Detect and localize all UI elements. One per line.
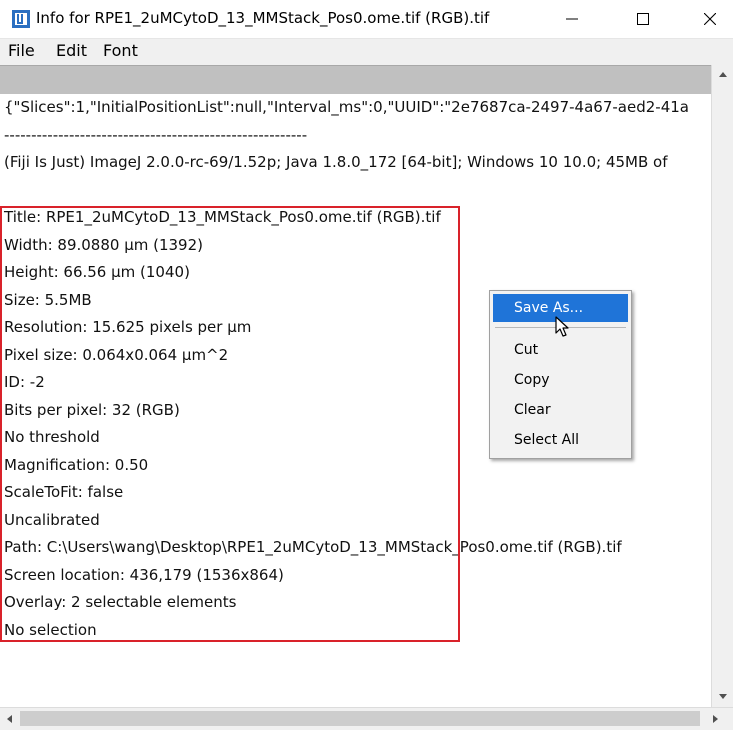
arrow-left-icon	[6, 715, 12, 723]
text-line: {"Slices":1,"InitialPositionList":null,"…	[4, 98, 689, 116]
close-button[interactable]	[687, 0, 733, 38]
text-window-header	[0, 65, 711, 95]
scroll-left-button[interactable]	[0, 708, 18, 730]
scroll-right-button[interactable]	[706, 708, 724, 730]
menu-item-label: Cut	[514, 342, 539, 358]
menu-item-label: Copy	[514, 372, 550, 388]
context-menu-clear[interactable]: Clear	[493, 396, 628, 424]
window-title: Info for RPE1_2uMCytoD_13_MMStack_Pos0.o…	[36, 9, 490, 27]
menu-font[interactable]: Font	[103, 41, 138, 60]
maximize-button[interactable]	[620, 0, 666, 38]
maximize-icon	[637, 13, 649, 25]
arrow-right-icon	[712, 715, 718, 723]
vertical-scrollbar[interactable]	[711, 65, 733, 707]
menu-bar: File Edit Font	[0, 38, 733, 65]
scroll-up-button[interactable]	[712, 65, 733, 83]
menu-item-label: Clear	[514, 402, 551, 418]
context-menu-copy[interactable]: Copy	[493, 366, 628, 394]
menu-item-label: Select All	[514, 432, 579, 448]
minimize-icon	[566, 18, 578, 20]
minimize-button[interactable]	[549, 0, 595, 38]
annotation-highlight-box	[0, 206, 460, 642]
menu-file[interactable]: File	[8, 41, 35, 60]
horizontal-scrollbar[interactable]	[0, 707, 733, 730]
scroll-down-button[interactable]	[712, 687, 733, 705]
imagej-app-icon	[12, 10, 30, 28]
close-icon	[704, 13, 716, 25]
text-line: ----------------------------------------…	[4, 126, 308, 144]
text-line: (Fiji Is Just) ImageJ 2.0.0-rc-69/1.52p;…	[4, 153, 668, 171]
mouse-pointer-icon	[555, 316, 569, 337]
arrow-up-icon	[719, 71, 727, 77]
horizontal-scroll-thumb[interactable]	[20, 711, 700, 726]
context-menu-select-all[interactable]: Select All	[493, 426, 628, 454]
context-menu-cut[interactable]: Cut	[493, 336, 628, 364]
menu-edit[interactable]: Edit	[56, 41, 87, 60]
menu-item-label: Save As...	[514, 300, 584, 316]
title-bar: Info for RPE1_2uMCytoD_13_MMStack_Pos0.o…	[0, 0, 733, 38]
arrow-down-icon	[719, 693, 727, 699]
